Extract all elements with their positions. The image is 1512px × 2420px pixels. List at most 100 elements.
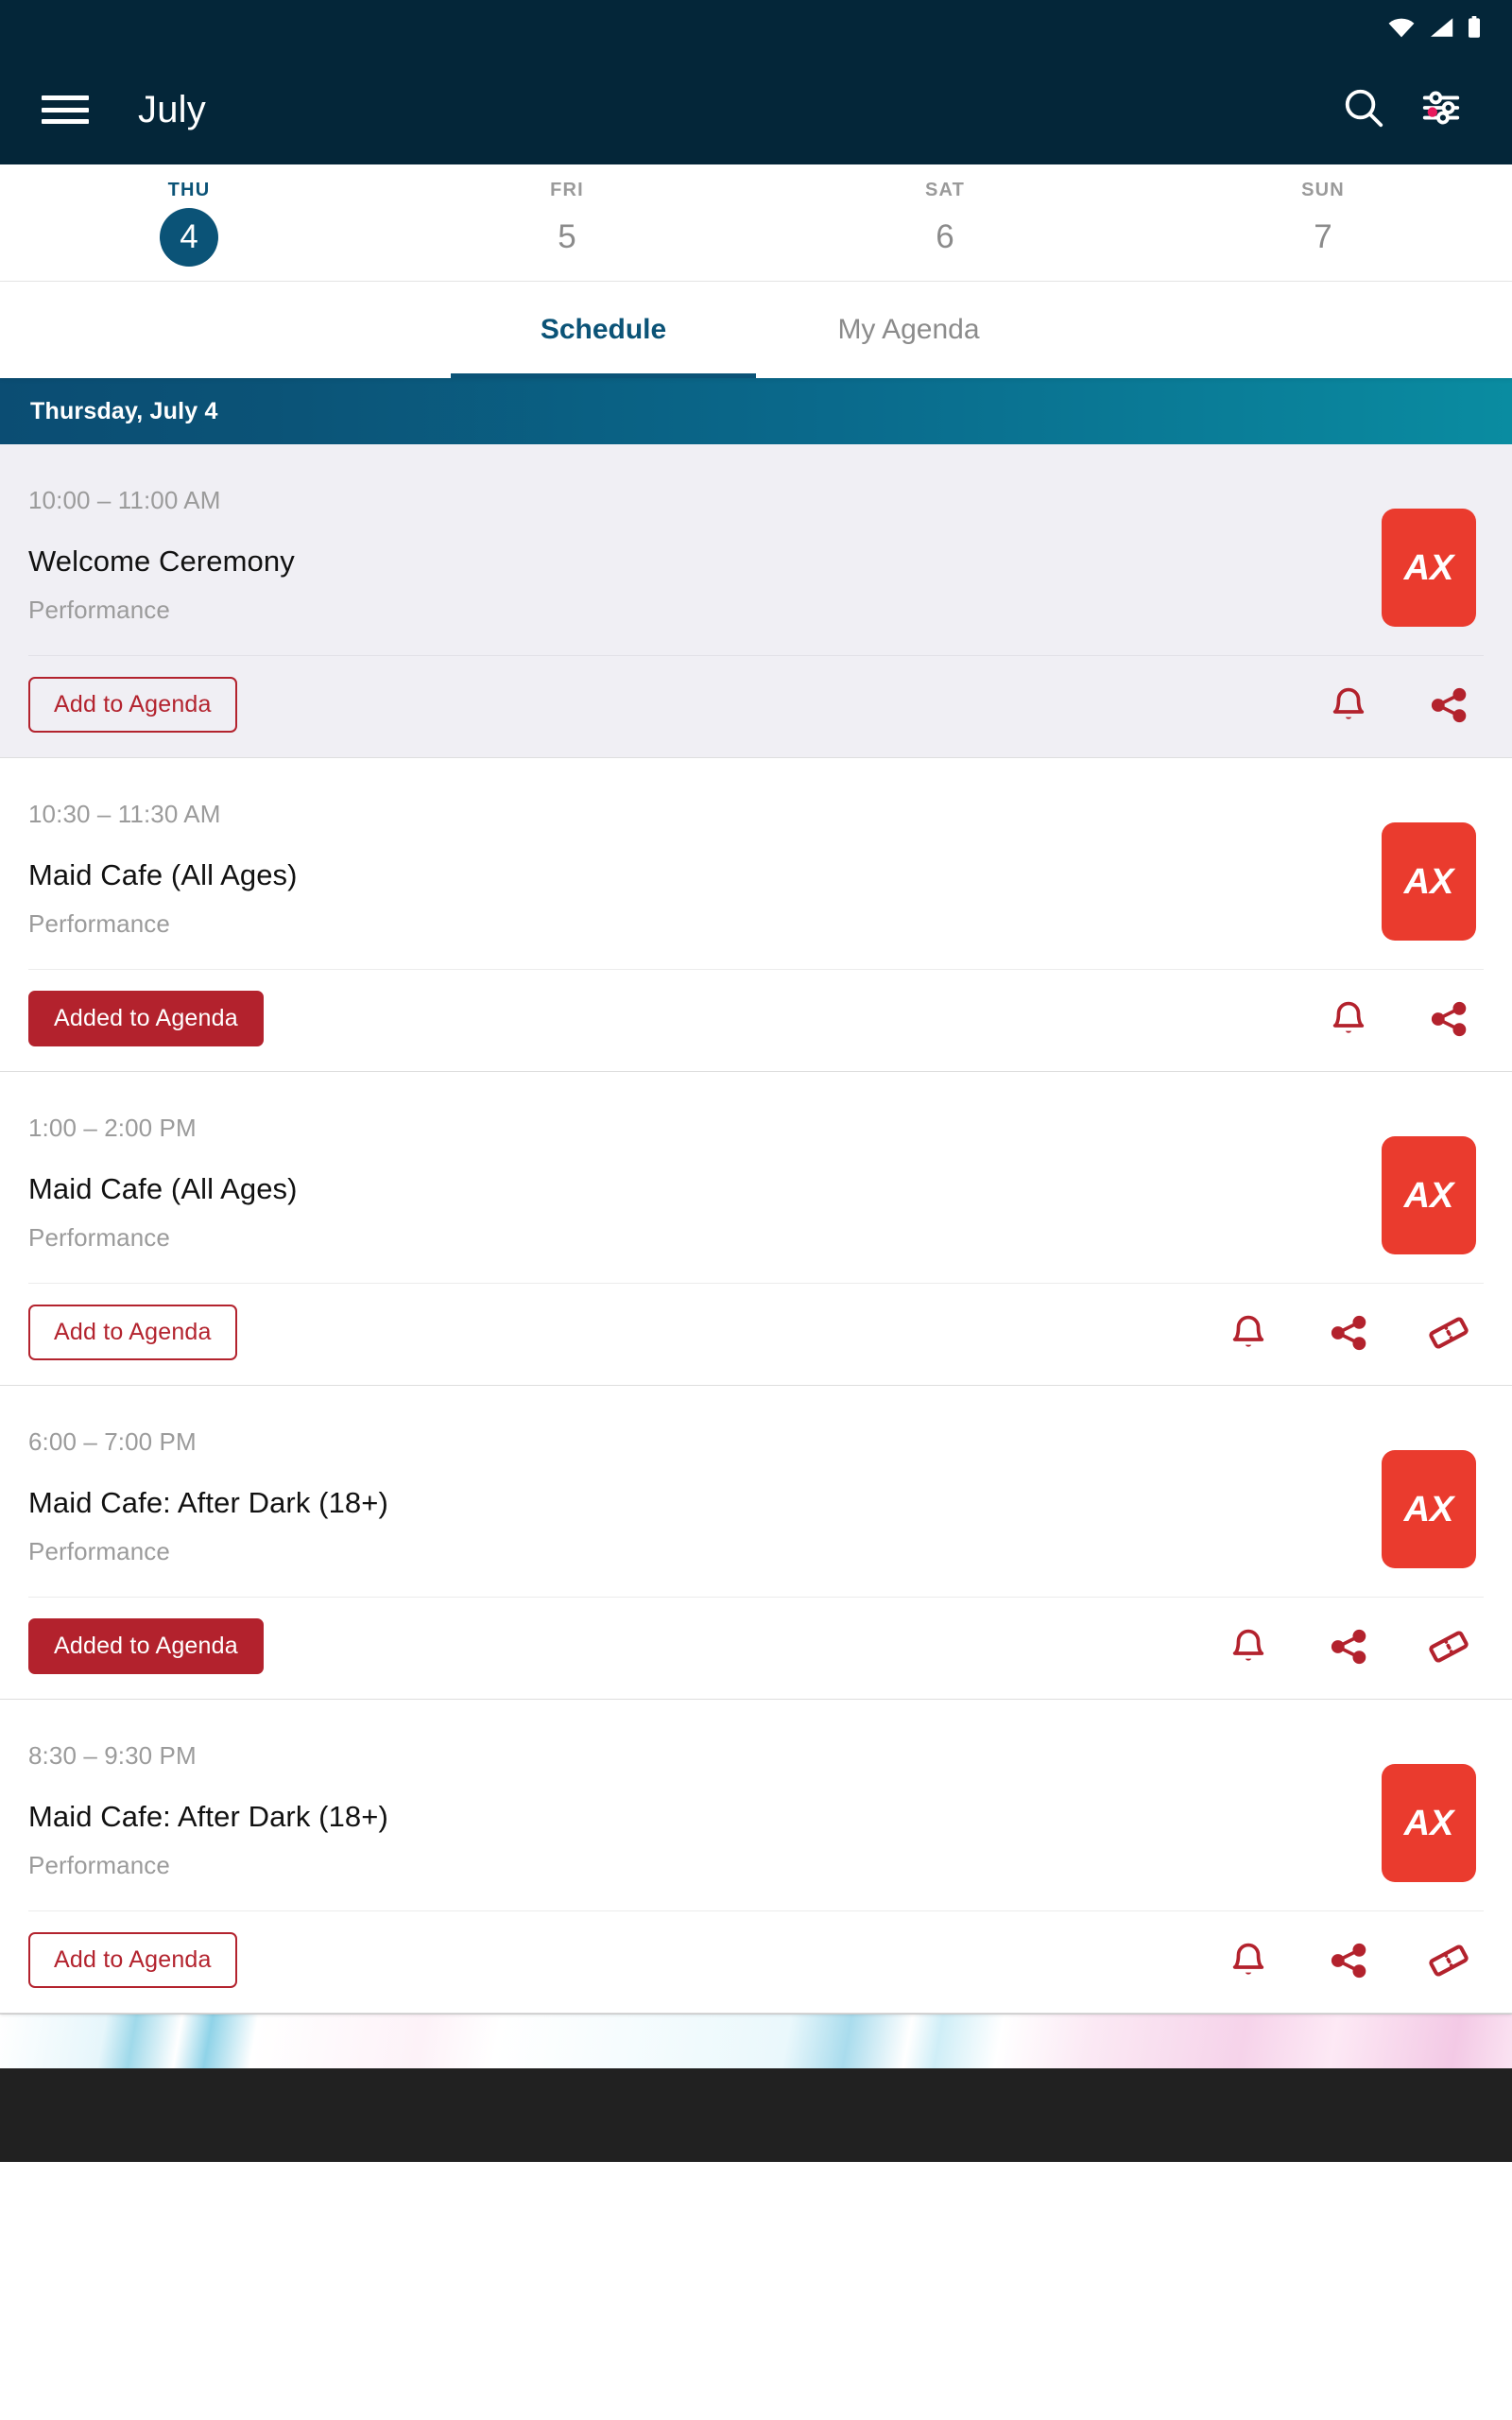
date-number: 4 bbox=[160, 207, 218, 267]
event-category: Performance bbox=[28, 596, 170, 624]
bell-icon bbox=[1228, 1941, 1268, 1980]
ticket-icon bbox=[1428, 1626, 1469, 1668]
share-button[interactable] bbox=[1423, 994, 1474, 1045]
event-title: Maid Cafe: After Dark (18+) bbox=[28, 1486, 388, 1519]
date-number: 7 bbox=[1314, 217, 1332, 255]
date-tab-sat[interactable]: SAT 6 bbox=[756, 164, 1134, 281]
event-time: 8:30 – 9:30 PM bbox=[28, 1741, 197, 1770]
day-section-header: Thursday, July 4 bbox=[0, 378, 1512, 444]
bell-icon bbox=[1329, 685, 1368, 725]
share-button[interactable] bbox=[1423, 680, 1474, 731]
cellular-signal-icon bbox=[1428, 17, 1454, 38]
date-dow-label: THU bbox=[167, 179, 211, 200]
date-dow-label: FRI bbox=[550, 179, 584, 200]
notification-bell-button[interactable] bbox=[1223, 1935, 1274, 1986]
battery-icon bbox=[1467, 16, 1482, 39]
event-time: 10:30 – 11:30 AM bbox=[28, 800, 221, 828]
event-action-row: Added to Agenda bbox=[28, 1597, 1484, 1699]
notification-bell-button[interactable] bbox=[1223, 1621, 1274, 1672]
event-category: Performance bbox=[28, 1223, 170, 1252]
svg-text:AX: AX bbox=[1403, 1491, 1456, 1529]
event-summary: 10:30 – 11:30 AM Maid Cafe (All Ages) Pe… bbox=[28, 758, 1484, 969]
event-action-row: Add to Agenda bbox=[28, 655, 1484, 757]
share-icon bbox=[1329, 1313, 1368, 1353]
bell-icon bbox=[1228, 1627, 1268, 1667]
event-logo: AX bbox=[1382, 1764, 1476, 1882]
ticket-button[interactable] bbox=[1423, 1621, 1474, 1672]
tab-schedule[interactable]: Schedule bbox=[451, 282, 756, 378]
event-logo: AX bbox=[1382, 509, 1476, 627]
event-title: Maid Cafe: After Dark (18+) bbox=[28, 1800, 388, 1833]
app-bar: July bbox=[0, 55, 1512, 164]
search-icon bbox=[1342, 86, 1385, 134]
ticket-icon bbox=[1428, 1940, 1469, 1981]
schedule-list[interactable]: 10:00 – 11:00 AM Welcome Ceremony Perfor… bbox=[0, 444, 1512, 2014]
svg-text:AX: AX bbox=[1403, 1177, 1456, 1215]
date-number: 5 bbox=[558, 217, 576, 255]
event-action-row: Add to Agenda bbox=[28, 1910, 1484, 2013]
date-dow-label: SUN bbox=[1301, 179, 1345, 200]
added-to-agenda-button[interactable]: Added to Agenda bbox=[28, 991, 264, 1046]
added-to-agenda-button[interactable]: Added to Agenda bbox=[28, 1618, 264, 1674]
promo-banner[interactable] bbox=[0, 2014, 1512, 2068]
day-section-label: Thursday, July 4 bbox=[30, 397, 218, 424]
event-summary: 1:00 – 2:00 PM Maid Cafe (All Ages) Perf… bbox=[28, 1072, 1484, 1283]
page-title: July bbox=[138, 88, 206, 130]
event-summary: 6:00 – 7:00 PM Maid Cafe: After Dark (18… bbox=[28, 1386, 1484, 1597]
svg-text:AX: AX bbox=[1403, 863, 1456, 901]
event-icon-group bbox=[1223, 1621, 1484, 1672]
svg-text:AX: AX bbox=[1403, 549, 1456, 587]
event-summary: 10:00 – 11:00 AM Welcome Ceremony Perfor… bbox=[28, 444, 1484, 655]
event-logo: AX bbox=[1382, 1136, 1476, 1254]
event-summary: 8:30 – 9:30 PM Maid Cafe: After Dark (18… bbox=[28, 1700, 1484, 1910]
event-card[interactable]: 10:00 – 11:00 AM Welcome Ceremony Perfor… bbox=[0, 444, 1512, 758]
filter-tune-icon bbox=[1419, 86, 1463, 134]
date-tab-thu[interactable]: THU 4 bbox=[0, 164, 378, 281]
search-button[interactable] bbox=[1325, 71, 1402, 148]
share-icon bbox=[1429, 999, 1469, 1039]
share-button[interactable] bbox=[1323, 1935, 1374, 1986]
svg-text:AX: AX bbox=[1403, 1805, 1456, 1842]
add-to-agenda-button[interactable]: Add to Agenda bbox=[28, 677, 237, 733]
tab-my-agenda[interactable]: My Agenda bbox=[756, 282, 1061, 378]
add-to-agenda-button[interactable]: Add to Agenda bbox=[28, 1305, 237, 1360]
notification-bell-button[interactable] bbox=[1323, 994, 1374, 1045]
notification-bell-button[interactable] bbox=[1323, 680, 1374, 731]
wifi-icon bbox=[1387, 17, 1416, 38]
notification-bell-button[interactable] bbox=[1223, 1307, 1274, 1358]
event-icon-group bbox=[1223, 1935, 1484, 1986]
share-button[interactable] bbox=[1323, 1621, 1374, 1672]
hamburger-menu-icon[interactable] bbox=[42, 91, 89, 129]
event-category: Performance bbox=[28, 909, 170, 938]
event-title: Maid Cafe (All Ages) bbox=[28, 1172, 298, 1205]
ticket-icon bbox=[1428, 1312, 1469, 1354]
event-category: Performance bbox=[28, 1537, 170, 1565]
add-to-agenda-button[interactable]: Add to Agenda bbox=[28, 1932, 237, 1988]
ticket-button[interactable] bbox=[1423, 1935, 1474, 1986]
event-time: 6:00 – 7:00 PM bbox=[28, 1427, 197, 1456]
event-card[interactable]: 10:30 – 11:30 AM Maid Cafe (All Ages) Pe… bbox=[0, 758, 1512, 1072]
event-card[interactable]: 6:00 – 7:00 PM Maid Cafe: After Dark (18… bbox=[0, 1386, 1512, 1700]
date-tab-fri[interactable]: FRI 5 bbox=[378, 164, 756, 281]
event-icon-group bbox=[1223, 1307, 1484, 1358]
event-logo: AX bbox=[1382, 822, 1476, 941]
share-icon bbox=[1329, 1627, 1368, 1667]
event-time: 10:00 – 11:00 AM bbox=[28, 486, 221, 514]
share-button[interactable] bbox=[1323, 1307, 1374, 1358]
date-number: 6 bbox=[936, 217, 954, 255]
event-card[interactable]: 8:30 – 9:30 PM Maid Cafe: After Dark (18… bbox=[0, 1700, 1512, 2014]
filter-button[interactable] bbox=[1402, 71, 1480, 148]
event-title: Maid Cafe (All Ages) bbox=[28, 858, 298, 891]
event-card[interactable]: 1:00 – 2:00 PM Maid Cafe (All Ages) Perf… bbox=[0, 1072, 1512, 1386]
event-icon-group bbox=[1323, 994, 1484, 1045]
bell-icon bbox=[1329, 999, 1368, 1039]
bell-icon bbox=[1228, 1313, 1268, 1353]
ticket-button[interactable] bbox=[1423, 1307, 1474, 1358]
date-tab-sun[interactable]: SUN 7 bbox=[1134, 164, 1512, 281]
share-icon bbox=[1329, 1941, 1368, 1980]
event-title: Welcome Ceremony bbox=[28, 544, 295, 578]
date-dow-label: SAT bbox=[924, 179, 966, 200]
event-icon-group bbox=[1323, 680, 1484, 731]
event-time: 1:00 – 2:00 PM bbox=[28, 1114, 197, 1142]
date-strip: THU 4 FRI 5 SAT 6 SUN 7 bbox=[0, 164, 1512, 282]
